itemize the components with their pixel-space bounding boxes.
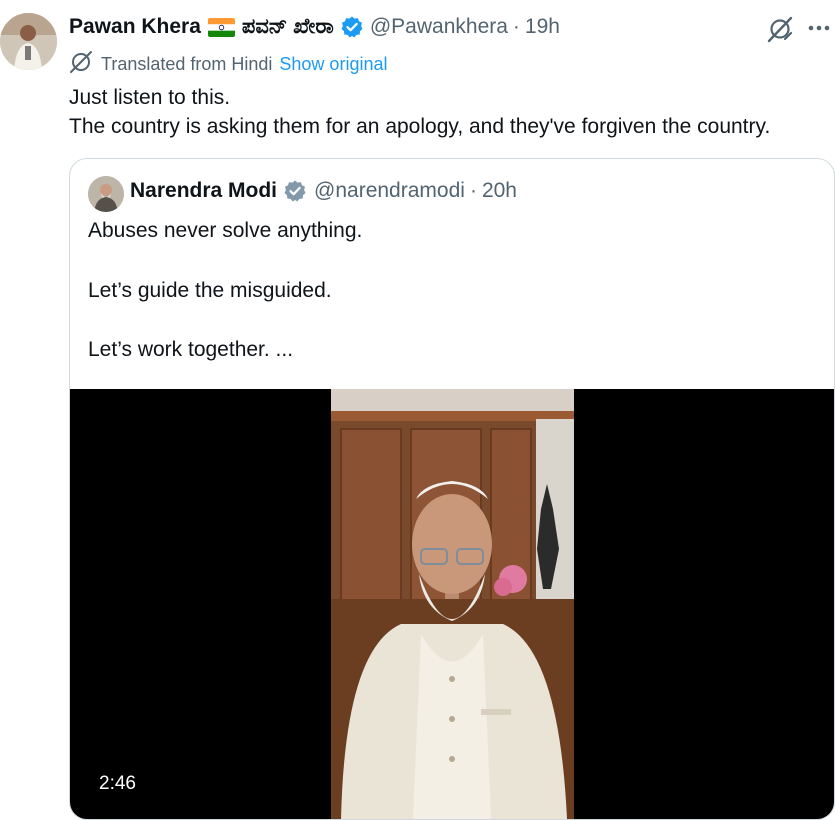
separator-dot: · — [469, 179, 477, 202]
verified-badge-icon — [340, 15, 364, 39]
video-frame — [331, 389, 574, 819]
author-name[interactable]: Pawan Khera — [69, 15, 201, 39]
quoted-author-avatar[interactable] — [88, 176, 124, 212]
author-handle[interactable]: @Pawankhera — [370, 15, 508, 39]
translate-icon — [69, 50, 101, 79]
quoted-time: 20h — [481, 179, 517, 202]
quoted-author-name[interactable]: Narendra Modi — [130, 179, 277, 203]
quoted-text-line: Let’s work together. ... — [88, 338, 294, 361]
video-player[interactable]: 2:46 — [70, 389, 834, 819]
more-icon[interactable] — [805, 14, 833, 42]
verified-badge-icon — [283, 179, 307, 203]
quoted-handle: @narendramodi — [314, 179, 465, 202]
tweet-text-line: Just listen to this. — [69, 86, 231, 109]
quoted-tweet-card[interactable]: Narendra Modi @narendramodi · 20h Abuses… — [69, 158, 835, 820]
translated-label: Translated from Hindi — [101, 54, 273, 74]
separator-dot: · — [512, 15, 520, 38]
india-flag-icon — [207, 17, 235, 37]
tweet-text-line: The country is asking them for an apolog… — [69, 115, 771, 138]
translation-bar: Translated from Hindi Show original — [69, 50, 387, 79]
tweet-text: Just listen to this. The country is aski… — [69, 83, 770, 141]
author-alt-name: ಪವನ್ ಖೇರಾ — [241, 15, 334, 38]
quoted-header: Narendra Modi @narendramodi · 20h — [130, 179, 517, 203]
tweet-time[interactable]: 19h — [525, 15, 560, 39]
quoted-text-line: Let’s guide the misguided. — [88, 279, 332, 302]
quoted-text-line: Abuses never solve anything. — [88, 219, 363, 242]
show-original-link[interactable]: Show original — [279, 54, 387, 75]
tweet-header: Pawan Khera ಪವನ್ ಖೇರಾ @Pawankhera · 19h — [69, 12, 560, 42]
author-avatar[interactable] — [0, 13, 57, 70]
grok-icon[interactable] — [765, 14, 795, 44]
